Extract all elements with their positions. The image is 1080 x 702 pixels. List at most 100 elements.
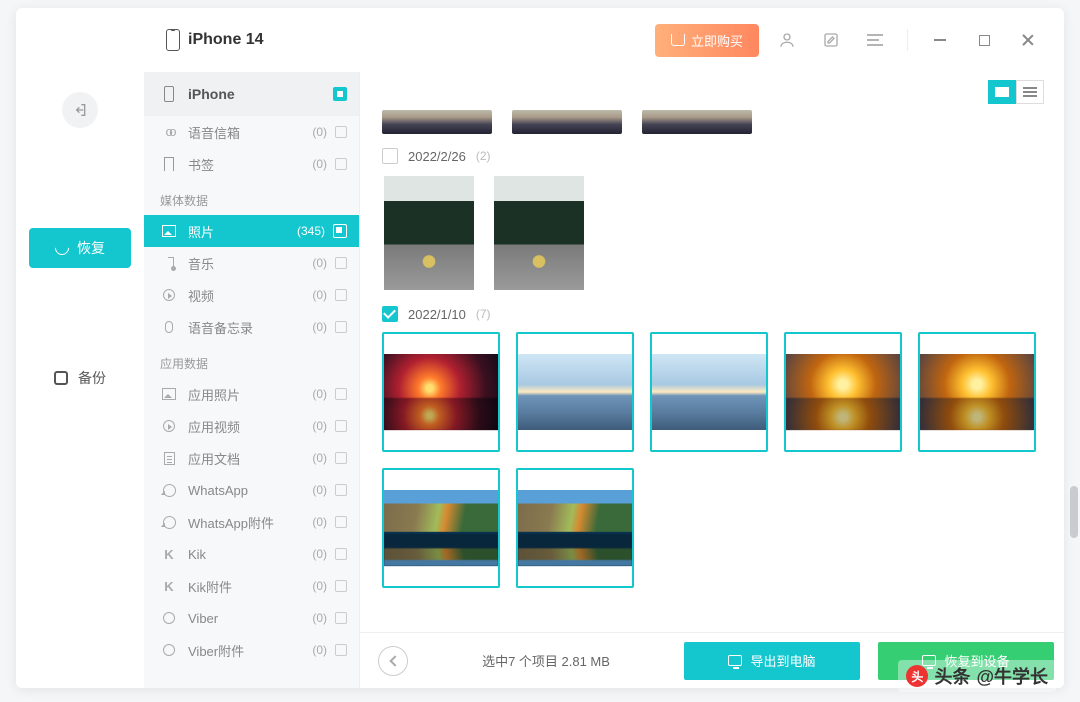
viber-icon bbox=[160, 612, 178, 624]
checkbox-icon[interactable] bbox=[335, 580, 347, 592]
whatsapp-icon bbox=[160, 516, 178, 529]
title-bar: iPhone 14 立即购买 bbox=[16, 8, 1064, 72]
photo-thumbnail[interactable] bbox=[382, 110, 492, 134]
export-button[interactable]: 导出到电脑 bbox=[684, 642, 860, 680]
video-icon bbox=[160, 420, 178, 432]
device-label: iPhone 14 bbox=[166, 29, 264, 51]
watermark: 头 头条 @牛学长 bbox=[898, 660, 1056, 692]
sidebar-section-app: 应用数据 bbox=[144, 343, 359, 378]
cart-icon bbox=[671, 34, 685, 46]
sidebar-item-whatsapp[interactable]: WhatsApp (0) bbox=[144, 474, 359, 506]
photo-icon bbox=[160, 388, 178, 400]
thumbnail-row bbox=[382, 110, 1042, 134]
voicemail-icon: oo bbox=[160, 125, 178, 140]
main-content: 2022/2/26 (2) 2022/1/10 (7) bbox=[360, 72, 1064, 688]
kik-icon: K bbox=[160, 579, 178, 594]
edit-icon[interactable] bbox=[815, 24, 847, 56]
sidebar-item-appphoto[interactable]: 应用照片 (0) bbox=[144, 378, 359, 410]
sync-icon bbox=[52, 238, 72, 258]
checkbox-icon[interactable] bbox=[335, 484, 347, 496]
photo-icon bbox=[160, 225, 178, 237]
menu-icon[interactable] bbox=[859, 24, 891, 56]
photo-thumbnail[interactable] bbox=[642, 110, 752, 134]
date-label: 2022/2/26 bbox=[408, 149, 466, 164]
date-group-header[interactable]: 2022/2/26 (2) bbox=[382, 148, 1042, 164]
sidebar-item-appvideo[interactable]: 应用视频 (0) bbox=[144, 410, 359, 442]
checkbox-icon[interactable] bbox=[335, 548, 347, 560]
exit-button[interactable] bbox=[62, 92, 98, 128]
minimize-button[interactable] bbox=[924, 24, 956, 56]
watermark-logo-icon: 头 bbox=[906, 665, 928, 687]
photo-thumbnail[interactable] bbox=[512, 110, 622, 134]
checkbox-icon[interactable] bbox=[335, 516, 347, 528]
photo-thumbnail[interactable] bbox=[650, 332, 768, 452]
checkbox-icon[interactable] bbox=[335, 420, 347, 432]
bookmark-icon bbox=[160, 157, 178, 171]
whatsapp-icon bbox=[160, 484, 178, 497]
checkbox-icon[interactable] bbox=[335, 289, 347, 301]
checkbox-icon[interactable] bbox=[335, 452, 347, 464]
buy-button[interactable]: 立即购买 bbox=[655, 24, 759, 57]
checkbox-icon[interactable] bbox=[382, 148, 398, 164]
maximize-button[interactable] bbox=[968, 24, 1000, 56]
checkbox-icon[interactable] bbox=[335, 257, 347, 269]
checkbox-icon[interactable] bbox=[333, 224, 347, 238]
sidebar-item-photos[interactable]: 照片 (345) bbox=[144, 215, 359, 247]
close-button[interactable] bbox=[1012, 24, 1044, 56]
sidebar-item-voicememo[interactable]: 语音备忘录 (0) bbox=[144, 311, 359, 343]
thumbnail-row bbox=[382, 332, 1042, 588]
photo-thumbnail[interactable] bbox=[516, 332, 634, 452]
sidebar-item-bookmarks[interactable]: 书签 (0) bbox=[144, 148, 359, 180]
back-button[interactable] bbox=[378, 646, 408, 676]
photo-thumbnail[interactable] bbox=[382, 174, 476, 292]
monitor-icon bbox=[728, 655, 742, 666]
sidebar-section-media: 媒体数据 bbox=[144, 180, 359, 215]
checkbox-icon[interactable] bbox=[382, 306, 398, 322]
kik-icon: K bbox=[160, 547, 178, 562]
account-icon[interactable] bbox=[771, 24, 803, 56]
phone-icon bbox=[166, 29, 180, 51]
photo-thumbnail[interactable] bbox=[918, 332, 1036, 452]
viber-icon bbox=[160, 644, 178, 656]
page-scrollbar[interactable] bbox=[1070, 486, 1078, 538]
checkbox-icon[interactable] bbox=[335, 388, 347, 400]
checkbox-icon[interactable] bbox=[333, 87, 347, 101]
photo-thumbnail[interactable] bbox=[382, 332, 500, 452]
sidebar-header-iphone[interactable]: iPhone bbox=[144, 72, 359, 116]
date-group-header[interactable]: 2022/1/10 (7) bbox=[382, 306, 1042, 322]
photo-thumbnail[interactable] bbox=[516, 468, 634, 588]
checkbox-icon[interactable] bbox=[335, 321, 347, 333]
sidebar-item-whatsapp-att[interactable]: WhatsApp附件 (0) bbox=[144, 506, 359, 538]
mic-icon bbox=[160, 321, 178, 333]
phone-icon bbox=[160, 86, 178, 102]
selection-status: 选中7 个项目 2.81 MB bbox=[426, 651, 666, 670]
sidebar-item-kik[interactable]: K Kik (0) bbox=[144, 538, 359, 570]
photo-thumbnail[interactable] bbox=[492, 174, 586, 292]
date-label: 2022/1/10 bbox=[408, 307, 466, 322]
device-name: iPhone 14 bbox=[188, 31, 264, 49]
view-grid-button[interactable] bbox=[988, 80, 1016, 104]
document-icon bbox=[160, 452, 178, 465]
view-list-button[interactable] bbox=[1016, 80, 1044, 104]
sidebar-item-video[interactable]: 视频 (0) bbox=[144, 279, 359, 311]
checkbox-icon[interactable] bbox=[335, 612, 347, 624]
sidebar-item-kik-att[interactable]: K Kik附件 (0) bbox=[144, 570, 359, 602]
sidebar-item-music[interactable]: 音乐 (0) bbox=[144, 247, 359, 279]
checkbox-icon[interactable] bbox=[335, 158, 347, 170]
photo-grid[interactable]: 2022/2/26 (2) 2022/1/10 (7) bbox=[360, 110, 1064, 632]
sidebar: iPhone oo 语音信箱 (0) 书签 (0) 媒体数据 照片 (345) bbox=[144, 72, 360, 688]
video-icon bbox=[160, 289, 178, 301]
sidebar-item-viber-att[interactable]: Viber附件 (0) bbox=[144, 634, 359, 666]
backup-nav[interactable]: 备份 bbox=[54, 368, 106, 388]
checkbox-icon[interactable] bbox=[335, 644, 347, 656]
backup-icon bbox=[54, 371, 68, 385]
thumbnail-row bbox=[382, 174, 1042, 292]
photo-thumbnail[interactable] bbox=[382, 468, 500, 588]
chevron-left-icon bbox=[389, 655, 400, 666]
checkbox-icon[interactable] bbox=[335, 126, 347, 138]
sidebar-item-voicemail[interactable]: oo 语音信箱 (0) bbox=[144, 116, 359, 148]
recover-button[interactable]: 恢复 bbox=[29, 228, 131, 268]
photo-thumbnail[interactable] bbox=[784, 332, 902, 452]
sidebar-item-appdoc[interactable]: 应用文档 (0) bbox=[144, 442, 359, 474]
sidebar-item-viber[interactable]: Viber (0) bbox=[144, 602, 359, 634]
